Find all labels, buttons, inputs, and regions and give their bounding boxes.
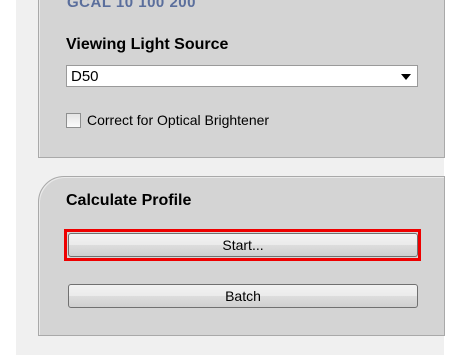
light-source-value: D50: [71, 68, 99, 85]
cut-off-header: GCAL 10 100 200: [67, 0, 196, 8]
optical-brightener-label: Correct for Optical Brightener: [87, 112, 270, 128]
right-background-strip: [444, 0, 452, 355]
viewing-light-source-label: Viewing Light Source: [66, 36, 229, 53]
left-background-strip: [0, 0, 16, 355]
light-source-dropdown[interactable]: D50: [66, 65, 418, 87]
optical-brightener-checkbox[interactable]: [66, 113, 81, 128]
start-button-highlight: [64, 229, 421, 261]
calculate-profile-title: Calculate Profile: [66, 192, 192, 209]
chevron-down-icon[interactable]: [401, 74, 411, 80]
batch-button[interactable]: Batch: [68, 284, 418, 308]
